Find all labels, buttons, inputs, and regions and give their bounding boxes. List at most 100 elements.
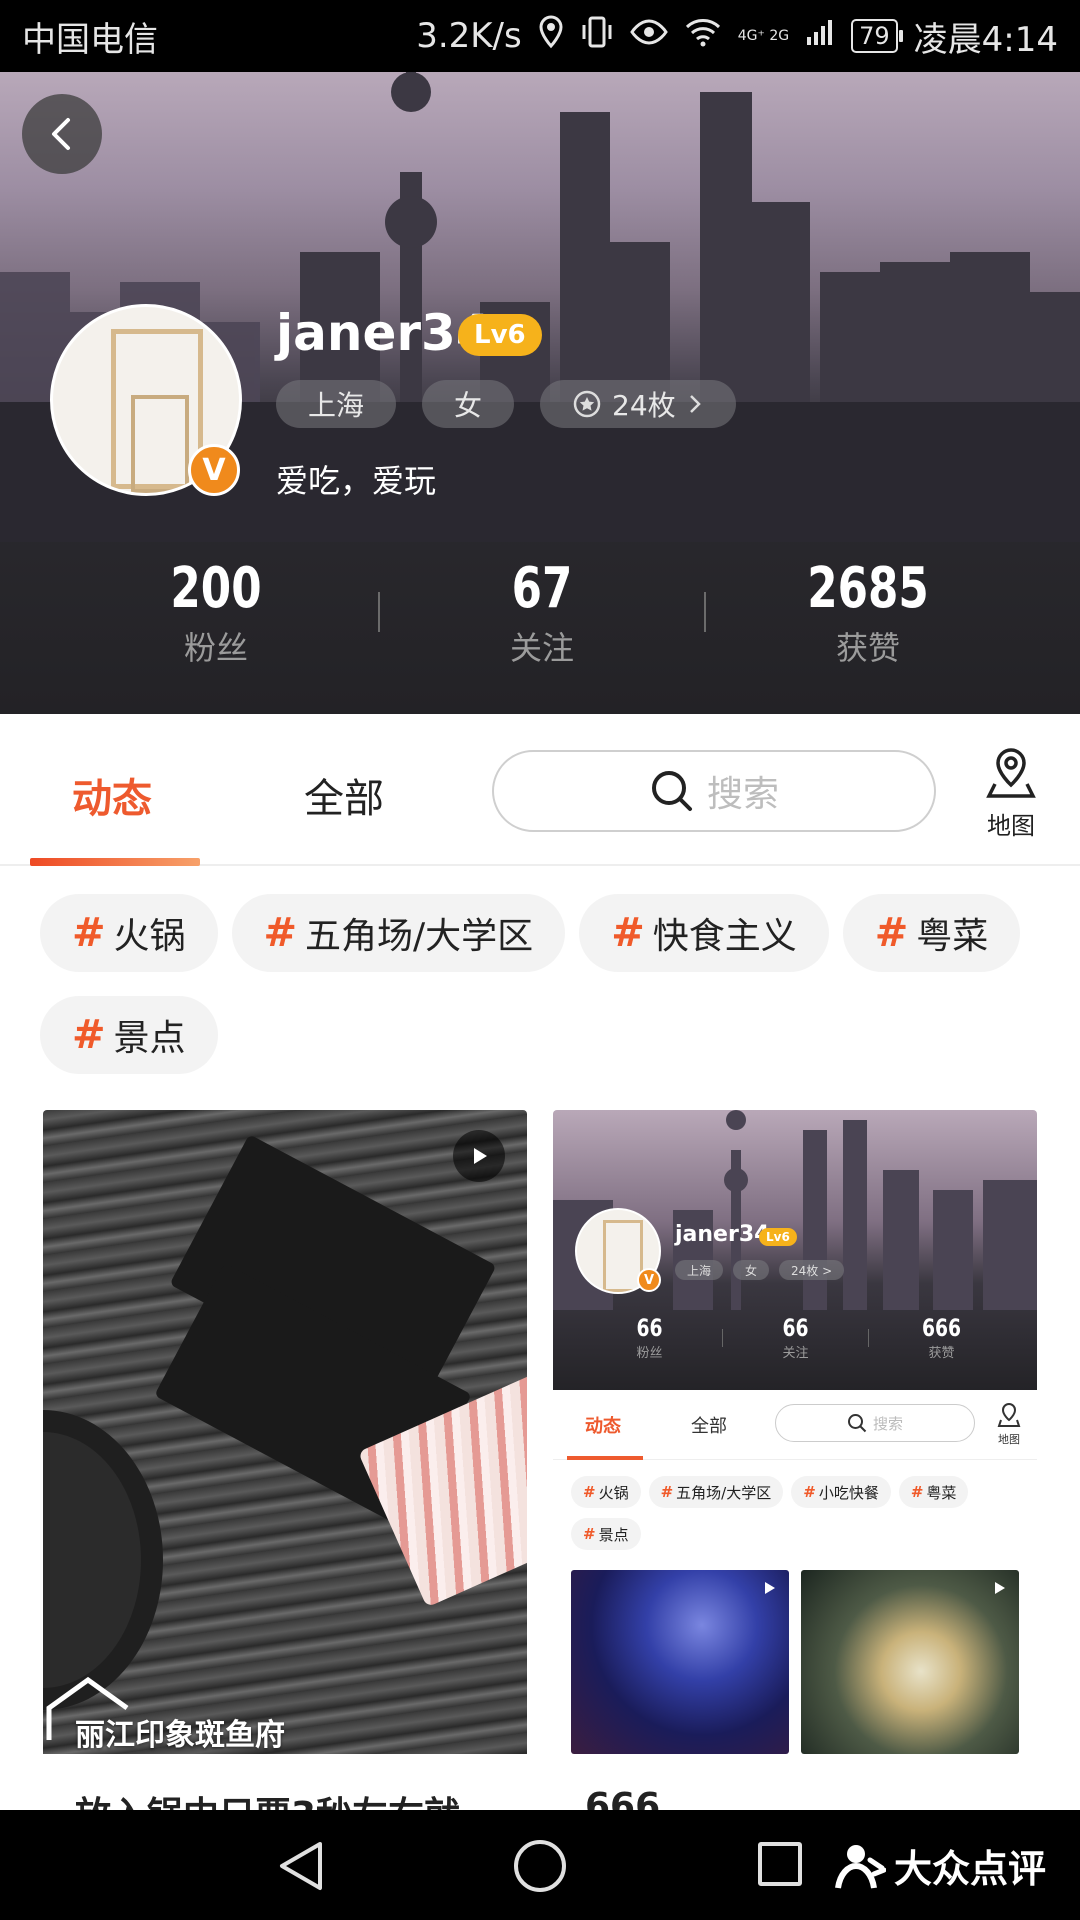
hashtag-label: 粤菜 — [916, 916, 989, 957]
chevron-right-icon — [689, 395, 701, 413]
mini-hashtag: # 五角场/大学区 — [648, 1476, 784, 1508]
mini-hashtag: # 景点 — [571, 1518, 641, 1550]
mini-search-placeholder: 搜索 — [872, 1414, 903, 1433]
stat-following[interactable]: 67 关注 — [380, 556, 704, 669]
mini-tags: 上海 女 24枚 > — [675, 1260, 845, 1280]
network-type: 4G⁺ 2G — [737, 28, 790, 44]
city-tag-label: 上海 — [308, 389, 365, 422]
gender-tag: 女 — [422, 380, 515, 428]
stat-value: 2685 — [807, 555, 929, 621]
search-input[interactable]: 搜索 — [492, 750, 936, 832]
mini-post-photo — [801, 1570, 1019, 1754]
mini-hashtag: # 粤菜 — [898, 1476, 969, 1508]
mini-tab-all: 全部 — [691, 1416, 727, 1437]
mini-stat-label: 关注 — [782, 1346, 809, 1361]
post-card[interactable]: V janer34 Lv6 上海 女 24枚 > 66 粉丝 66 关注 666 获赞… — [553, 1110, 1037, 1810]
wifi-icon — [684, 16, 722, 56]
mini-search: 搜索 — [775, 1404, 975, 1442]
mini-tab-feed: 动态 — [585, 1416, 621, 1437]
nav-recents-icon[interactable] — [758, 1842, 802, 1886]
hash-icon: # — [72, 910, 106, 956]
hash-icon: # — [583, 1525, 596, 1543]
search-icon — [847, 1414, 867, 1433]
vibrate-icon — [580, 15, 614, 58]
video-play-icon — [453, 1130, 505, 1182]
hash-icon: # — [660, 1483, 674, 1501]
city-tag: 上海 — [276, 380, 397, 428]
mini-hashtag: # 小吃快餐 — [791, 1476, 891, 1508]
mini-tabbar: 动态 全部 搜索 地图 — [553, 1390, 1037, 1460]
hash-icon: # — [874, 910, 909, 956]
hashtag-chip[interactable]: # 火锅 — [40, 894, 218, 972]
map-label: 地图 — [987, 812, 1035, 840]
mini-stat-value: 66 — [636, 1314, 663, 1342]
bio: 爱吃，爱玩 — [276, 462, 437, 500]
hashtag-chip[interactable]: # 粤菜 — [842, 894, 1021, 972]
hash-icon: # — [803, 1483, 816, 1501]
post-photo — [43, 1110, 527, 1754]
mini-stat-value: 66 — [782, 1314, 809, 1342]
mini-hashtag-label: 五角场/大学区 — [676, 1483, 772, 1502]
hash-icon: # — [910, 1483, 924, 1501]
tab-feed[interactable]: 动态 — [72, 766, 152, 824]
mini-hashtag-label: 粤菜 — [926, 1483, 957, 1502]
map-button[interactable]: 地图 — [966, 744, 1056, 841]
medal-icon — [573, 390, 601, 418]
hashtag-label: 五角场/大学区 — [305, 916, 534, 957]
brand-name: 大众点评 — [894, 1847, 1047, 1891]
stat-likes[interactable]: 2685 获赞 — [706, 556, 1030, 669]
post-card[interactable]: 丽江印象斑鱼府 放入锅中只要3秒左右就 — [43, 1110, 527, 1810]
signal-icon: 4G⁺ 2G — [738, 29, 789, 43]
back-button[interactable] — [22, 94, 102, 174]
mini-map: 地图 — [989, 1402, 1029, 1447]
hashtag-list: # 火锅 # 五角场/大学区 # 快食主义 # 粤菜 # 景点 — [40, 894, 1050, 1074]
mini-map-label: 地图 — [998, 1433, 1020, 1446]
dianping-logo-icon — [835, 1844, 886, 1889]
hash-icon: # — [611, 910, 645, 956]
mini-verified-badge: V — [637, 1268, 661, 1292]
medals-tag[interactable]: 24枚 — [540, 380, 736, 428]
mini-profile-header: V janer34 Lv6 上海 女 24枚 > 66 粉丝 66 关注 666 获赞 — [553, 1110, 1037, 1390]
profile-header: V janer34 Lv6 上海 女 24枚 爱吃，爱玩 200 粉丝 67 关… — [0, 72, 1080, 714]
tab-all[interactable]: 全部 — [304, 766, 384, 824]
system-navbar: 大众点评 — [0, 1810, 1080, 1920]
battery-indicator: 79 — [851, 19, 903, 53]
pot-shape — [43, 1410, 163, 1710]
search-icon — [651, 771, 692, 811]
mini-hashtag-label: 火锅 — [598, 1483, 629, 1502]
stat-label: 关注 — [509, 628, 574, 667]
mini-tag: 上海 — [675, 1260, 724, 1280]
stat-fans[interactable]: 200 粉丝 — [54, 556, 378, 669]
hashtag-chip[interactable]: # 快食主义 — [579, 894, 829, 972]
content-tabbar: 动态 全部 搜索 地图 — [0, 714, 1080, 866]
profile-stats: 200 粉丝 67 关注 2685 获赞 — [0, 542, 1080, 682]
mini-hashtag: # 火锅 — [571, 1476, 641, 1508]
map-pin-icon — [997, 1402, 1021, 1427]
hashtag-chip[interactable]: # 五角场/大学区 — [231, 894, 566, 972]
mini-stat-label: 粉丝 — [636, 1346, 663, 1361]
stat-label: 粉丝 — [183, 628, 248, 667]
eye-icon — [629, 16, 668, 56]
nav-back-icon[interactable] — [276, 1840, 326, 1892]
medals-tag-label: 24枚 — [612, 389, 676, 422]
post-title: 666 — [585, 1786, 661, 1810]
signal-bars-icon — [805, 16, 835, 56]
stat-value: 200 — [170, 555, 262, 621]
video-play-icon — [765, 1582, 775, 1594]
avatar-image-detail — [131, 395, 189, 493]
mini-stat-label: 获赞 — [928, 1346, 955, 1361]
nav-home-icon[interactable] — [514, 1840, 566, 1892]
stat-value: 67 — [511, 555, 573, 621]
mini-stat: 66 粉丝 — [577, 1314, 722, 1361]
hashtag-chip[interactable]: # 景点 — [40, 996, 218, 1074]
mini-stat: 66 关注 — [723, 1314, 868, 1361]
search-placeholder: 搜索 — [706, 774, 779, 815]
carrier-label: 中国电信 — [22, 19, 158, 60]
mini-post-photo — [571, 1570, 789, 1754]
level-badge: Lv6 — [458, 314, 542, 356]
mini-stat: 666 获赞 — [869, 1314, 1014, 1361]
mini-username: janer34 — [675, 1222, 770, 1247]
video-play-icon — [995, 1582, 1005, 1594]
mini-level-badge: Lv6 — [759, 1228, 797, 1246]
clock: 凌晨4:14 — [913, 19, 1058, 60]
